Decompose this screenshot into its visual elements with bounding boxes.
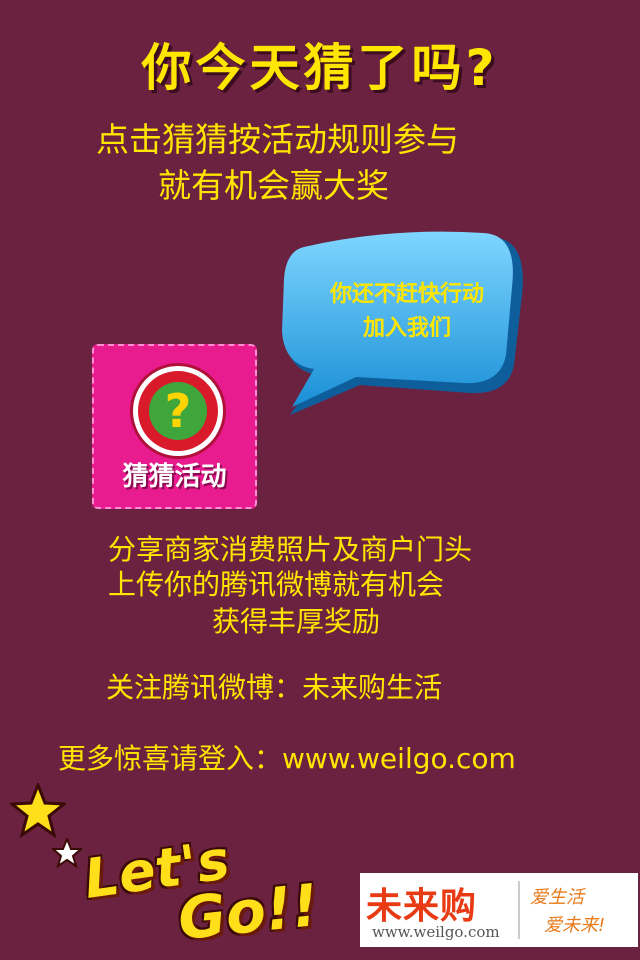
go-text: Go!! xyxy=(174,870,322,954)
intro-line-2: 就有机会赢大奖 xyxy=(158,166,389,205)
bubble-line-2: 加入我们 xyxy=(362,316,451,341)
follow-text: 关注腾讯微博：未来购生活 xyxy=(106,671,443,704)
body-line-3: 获得丰厚奖励 xyxy=(212,605,381,638)
logo-url: www.weilgo.com xyxy=(372,923,500,941)
star-icon-large xyxy=(10,783,66,839)
logo-slogan-2: 爱未来! xyxy=(544,915,606,936)
body-line-1: 分享商家消费照片及商户门头 xyxy=(108,533,473,566)
logo-divider xyxy=(518,881,520,939)
body-line-2: 上传你的腾讯微博就有机会 xyxy=(108,568,445,601)
more-info-link[interactable]: 更多惊喜请登入：www.weilgo.com xyxy=(58,737,516,777)
weilgo-logo[interactable]: 未来购 www.weilgo.com 爱生活 爱未来! xyxy=(360,873,638,947)
bubble-line-1: 你还不赶快行动 xyxy=(329,282,484,307)
headline: 你今天猜了吗? xyxy=(141,39,499,97)
star-icon-small xyxy=(52,838,82,868)
logo-slogan-1: 爱生活 xyxy=(530,887,584,908)
app-icon-label: 猜猜活动 xyxy=(122,462,227,492)
question-mark-icon: ? xyxy=(133,366,223,456)
intro-line-1: 点击猜猜按活动规则参与 xyxy=(96,120,459,159)
guess-activity-app-icon[interactable]: ? 猜猜活动 xyxy=(92,344,257,509)
logo-name: 未来购 xyxy=(366,886,478,927)
